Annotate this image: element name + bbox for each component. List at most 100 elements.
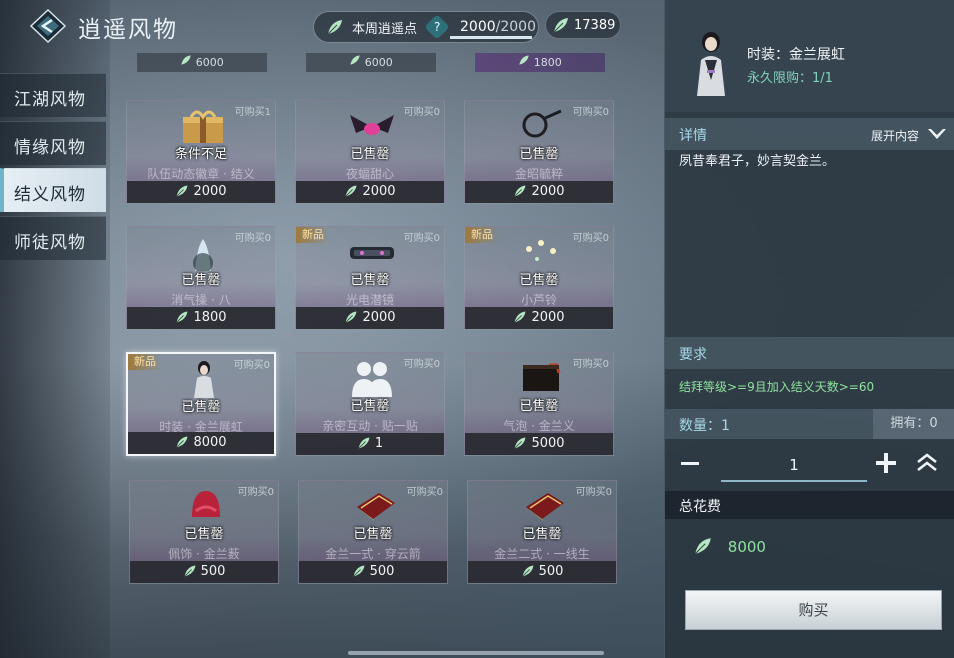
home-indicator[interactable] (348, 651, 604, 655)
item-status: 已售罄 (184, 527, 224, 542)
spirit-figure-icon (177, 233, 229, 273)
purchasable-count: 可购买0 (406, 487, 443, 498)
purchasable-count: 可购买0 (234, 233, 271, 244)
item-name: 光电潜镜 (345, 293, 394, 307)
page-title: 逍遥风物 (78, 17, 178, 43)
leaf-currency-icon (352, 565, 365, 577)
leaf-currency-icon (514, 437, 526, 449)
item-price: 2000 (296, 307, 444, 329)
help-icon[interactable]: ? (424, 14, 450, 40)
item-price: 5000 (465, 433, 613, 455)
gift-box-icon (177, 107, 229, 145)
detail-header: 时装：金兰展虹 永久限购：1/1 (665, 0, 954, 112)
partial-item-price: 1800 (475, 53, 605, 72)
owned-count: 拥有：0 (873, 409, 954, 439)
item-status: 已售罄 (181, 273, 221, 288)
shop-item-card[interactable]: 可购买0 已售罄 金昭毓粹 2000 (464, 100, 614, 204)
currency-balance-pill: 17389 (545, 11, 621, 39)
back-logo-icon[interactable] (29, 8, 67, 44)
shop-item-card[interactable]: 新品 可购买0 已售罄 小芦铃 2000 (464, 226, 614, 330)
shop-item-card[interactable]: 新品 可购买0 已售罄 时装 · 金兰展虹 8000 (126, 352, 276, 456)
new-tag: 新品 (296, 227, 330, 243)
item-price: 500 (130, 561, 278, 583)
minus-icon[interactable] (681, 462, 699, 465)
item-name: 金兰二式 · 一线生 (494, 547, 590, 561)
item-name: 小芦铃 (520, 293, 557, 307)
partial-item-price: 6000 (306, 53, 436, 72)
item-price: 500 (468, 561, 616, 583)
purchasable-count: 可购买0 (233, 360, 270, 371)
purchase-limit: 永久限购：1/1 (747, 71, 833, 86)
tab-jianghu[interactable]: 江湖风物 (0, 73, 106, 117)
item-status: 已售罄 (350, 273, 390, 288)
expand-content-button[interactable]: 展开内容 (871, 127, 919, 144)
max-quantity-icon[interactable] (915, 452, 939, 474)
item-status: 已售罄 (353, 527, 393, 542)
item-name: 金兰一式 · 穿云箭 (325, 547, 421, 561)
item-name: 夜蝠甜心 (345, 167, 394, 181)
shop-item-card[interactable]: 可购买0 已售罄 夜蝠甜心 2000 (295, 100, 445, 204)
tab-jieyi[interactable]: 结义风物 (0, 168, 106, 212)
shop-item-card[interactable]: 可购买0 已售罄消气操 · 八 1800 (126, 226, 276, 330)
shop-item-card[interactable]: 可购买0 已售罄 亲密互动 · 贴一贴 1 (295, 352, 445, 456)
shop-item-card[interactable]: 可购买0 已售罄 金兰二式 · 一线生 500 (467, 480, 617, 584)
leaf-currency-icon (176, 436, 188, 448)
item-status: 已售罄 (181, 400, 221, 415)
buy-button[interactable]: 购买 (685, 590, 942, 630)
leaf-currency-icon (514, 185, 526, 197)
speech-bubble-icon (515, 359, 567, 397)
weekly-points-value: 2000/2000 (460, 19, 536, 35)
item-name: 气泡 · 金兰义 (503, 419, 575, 433)
chevron-down-icon[interactable] (927, 126, 947, 145)
leaf-currency-icon (514, 311, 526, 323)
book-scroll-icon (518, 487, 570, 525)
new-tag: 新品 (465, 227, 499, 243)
item-name: 消气操 · 八 (171, 293, 231, 307)
leaf-currency-icon (521, 565, 534, 577)
item-status: 已售罄 (519, 273, 559, 288)
leaf-currency-icon (345, 311, 357, 323)
total-cost-header: 总花费 (665, 491, 954, 519)
requirement-text: 结拜等级>=9且加入结义天数>=60 (679, 380, 875, 394)
item-price: 500 (299, 561, 447, 583)
quantity-input[interactable]: 1 (721, 448, 867, 482)
item-name: 金昭毓粹 (514, 167, 563, 181)
shop-item-card[interactable]: 新品 可购买0 已售罄光电潜镜 2000 (295, 226, 445, 330)
total-cost-label: 总花费 (679, 499, 721, 515)
purchasable-count: 可购买0 (403, 359, 440, 370)
currency-balance: 17389 (574, 18, 616, 33)
costume-preview-icon (687, 30, 735, 96)
new-tag: 新品 (128, 354, 162, 370)
leaf-currency-icon (552, 16, 570, 38)
quantity-stepper: 1 (665, 444, 954, 486)
shop-item-card[interactable]: 可购买0 已售罄金兰一式 · 穿云箭 500 (298, 480, 448, 584)
total-cost-value: 8000 (693, 536, 766, 556)
purchasable-count: 可购买0 (572, 107, 609, 118)
shop-item-card[interactable]: 可购买0 已售罄 佩饰 · 金兰薮 500 (129, 480, 279, 584)
item-price: 1800 (127, 307, 275, 329)
plus-icon[interactable] (875, 452, 897, 474)
item-price: 2000 (465, 307, 613, 329)
costume-figure-icon (178, 360, 230, 398)
tab-qingyuan[interactable]: 情缘风物 (0, 121, 106, 165)
details-section-header: 详情 展开内容 (665, 118, 954, 150)
item-name: 队伍动态徽章 · 结义 (147, 167, 255, 181)
weekly-points-label: 本周逍遥点 (352, 22, 418, 37)
shop-item-card[interactable]: 可购买1 条件不足 队伍动态徽章 · 结义 2000 (126, 100, 276, 204)
purchasable-count: 可购买0 (572, 359, 609, 370)
weekly-points-bar (450, 36, 532, 39)
item-price: 2000 (127, 181, 275, 203)
tab-shitu[interactable]: 师徒风物 (0, 216, 106, 260)
item-status: 已售罄 (350, 399, 390, 414)
magnifier-icon (515, 107, 567, 145)
purchasable-count: 可购买0 (575, 487, 612, 498)
partial-item-price: 6000 (137, 53, 267, 72)
item-status: 已售罄 (519, 399, 559, 414)
quantity-row: 数量：1 拥有：0 (665, 409, 954, 439)
leaf-currency-icon (183, 565, 196, 577)
item-price: 8000 (128, 432, 274, 454)
item-status: 条件不足 (174, 147, 227, 162)
purchasable-count: 可购买0 (403, 233, 440, 244)
screen-background: 逍遥风物 本周逍遥点 ? 2000/2000 17389 江湖风物 情缘风物 结… (0, 0, 954, 658)
shop-item-card[interactable]: 可购买0 已售罄气泡 · 金兰义 5000 (464, 352, 614, 456)
